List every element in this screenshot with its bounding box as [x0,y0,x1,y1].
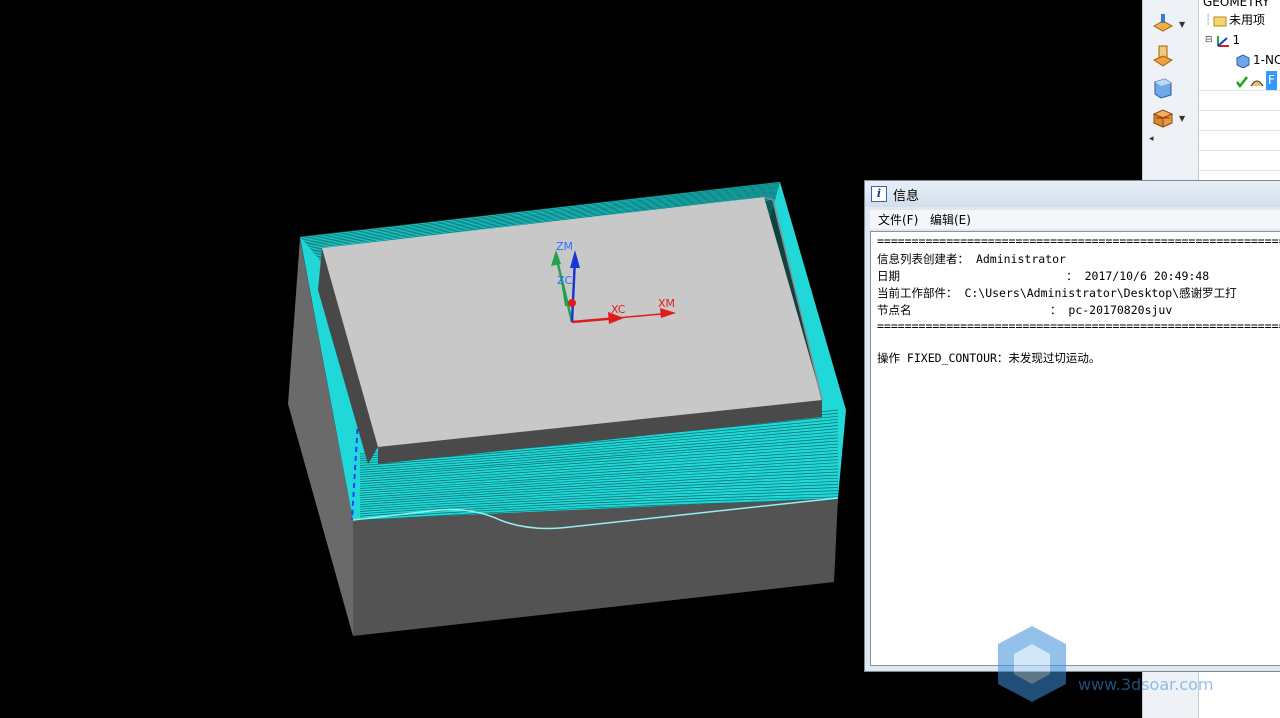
axis-label-zm: ZM [556,240,573,253]
method-icon [1152,109,1174,128]
dropdown-arrow-icon[interactable]: ▼ [1179,20,1185,29]
tree-item-operation-fixed-contour[interactable]: F [1235,71,1277,90]
fixed-contour-icon [1250,80,1264,86]
tree-item-workpiece[interactable]: 1-NC [1235,51,1280,70]
tree-item-label: 1-NC [1253,53,1280,67]
info-window-titlebar[interactable]: i 信息 [865,181,1280,207]
block-front-face [353,498,838,636]
info-line-creator: 信息列表创建者： Administrator [877,252,1066,266]
create-tool-button[interactable] [1147,42,1179,70]
info-text-area[interactable]: ========================================… [870,231,1280,666]
separator-line: ========================================… [877,234,1280,248]
tree-item-label: F [1266,71,1277,90]
create-operation-button[interactable] [1147,10,1179,38]
mcs-icon [1216,35,1229,47]
tree-item-label: 未用项 [1229,13,1266,27]
info-line-part: 当前工作部件： C:\Users\Administrator\Desktop\感… [877,286,1237,300]
window-title: 信息 [893,189,920,204]
tree-item-coordinate-system[interactable]: ⊟ 1 [1205,31,1240,50]
create-method-button[interactable] [1147,104,1179,132]
info-line-node: 节点名 ： pc-20170820sjuv [877,303,1173,317]
create-geometry-button[interactable] [1147,74,1179,102]
axis-label-xc: XC [611,303,626,316]
menu-file[interactable]: 文件(F) [878,211,918,228]
check-icon [1236,75,1248,88]
separator-line: ========================================… [877,319,1280,333]
watermark-text: www.3dsoar.com [1078,675,1214,694]
info-window: i 信息 文件(F) 编辑(E) =======================… [864,180,1280,672]
geometry-icon [1154,78,1172,99]
info-line-date: 日期 ： 2017/10/6 20:49:48 [877,269,1210,283]
axis-label-zc: ZC [557,274,573,287]
collapse-icon[interactable]: ⊟ [1205,31,1213,50]
watermark-logo: www.3dsoar.com [998,626,1214,702]
info-message: 操作 FIXED_CONTOUR：未发现过切运动。 [877,351,1101,365]
operation-icon [1152,14,1174,32]
info-icon: i [871,186,887,202]
collapse-arrow-icon[interactable]: ◂ [1149,134,1154,144]
menu-bar: 文件(F) 编辑(E) [870,210,1280,229]
menu-edit[interactable]: 编辑(E) [930,211,971,228]
folder-icon [1213,16,1227,26]
workpiece-icon [1236,53,1250,68]
axis-label-xm: XM [658,297,675,310]
tree-item-label: 1 [1232,33,1241,47]
tool-icon [1152,45,1174,67]
dropdown-arrow-icon[interactable]: ▼ [1179,114,1185,123]
tree-item-unused[interactable]: ┆ 未用项 [1205,11,1265,30]
